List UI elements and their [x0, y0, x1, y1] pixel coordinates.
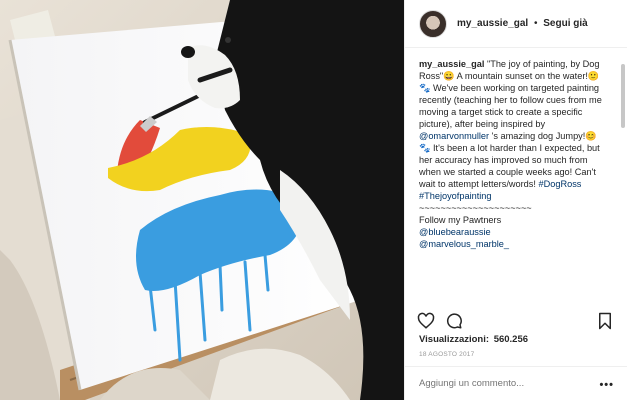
comment-icon[interactable] — [445, 312, 463, 330]
comment-input[interactable] — [419, 378, 589, 389]
caption-username[interactable]: my_aussie_gal — [419, 59, 484, 69]
header-text: my_aussie_gal • Segui già — [457, 18, 588, 29]
separator-dot: • — [533, 18, 538, 29]
post-video[interactable] — [0, 0, 404, 400]
mention-bluebearaussie[interactable]: @bluebearaussie — [419, 227, 491, 237]
following-status[interactable]: Segui già — [543, 18, 587, 29]
heart-icon[interactable] — [417, 312, 435, 330]
hashtag-thejoyofpainting[interactable]: #Thejoyofpainting — [419, 191, 492, 201]
post-date[interactable]: 18 AGOSTO 2017 — [419, 351, 474, 358]
caption-follow-line: Follow my Pawtners — [419, 215, 502, 225]
caption-area[interactable]: my_aussie_gal "The joy of painting, by D… — [405, 48, 627, 306]
views-number: 560.256 — [493, 334, 529, 345]
more-options-icon[interactable]: ••• — [599, 379, 614, 391]
dog-painting-image — [0, 0, 404, 400]
hashtag-dogross[interactable]: #DogRoss — [538, 179, 581, 189]
mention-marvelous-marble[interactable]: @marvelous_marble_ — [419, 239, 509, 249]
caption-divider: ~~~~~~~~~~~~~~~~~~~~~ — [419, 203, 532, 213]
caption-text-1: "The joy of painting, by Dog Ross"😀 A mo… — [419, 59, 602, 129]
avatar[interactable] — [419, 9, 447, 38]
post-side-panel: my_aussie_gal • Segui già my_aussie_gal … — [404, 0, 627, 400]
bookmark-icon[interactable] — [596, 312, 614, 330]
action-bar — [405, 309, 627, 333]
comment-bar: ••• — [405, 366, 627, 400]
caption-scrollbar[interactable] — [621, 64, 625, 128]
mention-omarvonmuller[interactable]: @omarvonmuller — [419, 131, 489, 141]
views-label: Visualizzazioni: — [419, 334, 490, 345]
post-caption: my_aussie_gal "The joy of painting, by D… — [419, 58, 607, 250]
post-header: my_aussie_gal • Segui già — [405, 0, 627, 48]
author-username[interactable]: my_aussie_gal — [457, 18, 528, 29]
views-count[interactable]: Visualizzazioni: 560.256 — [419, 334, 528, 345]
